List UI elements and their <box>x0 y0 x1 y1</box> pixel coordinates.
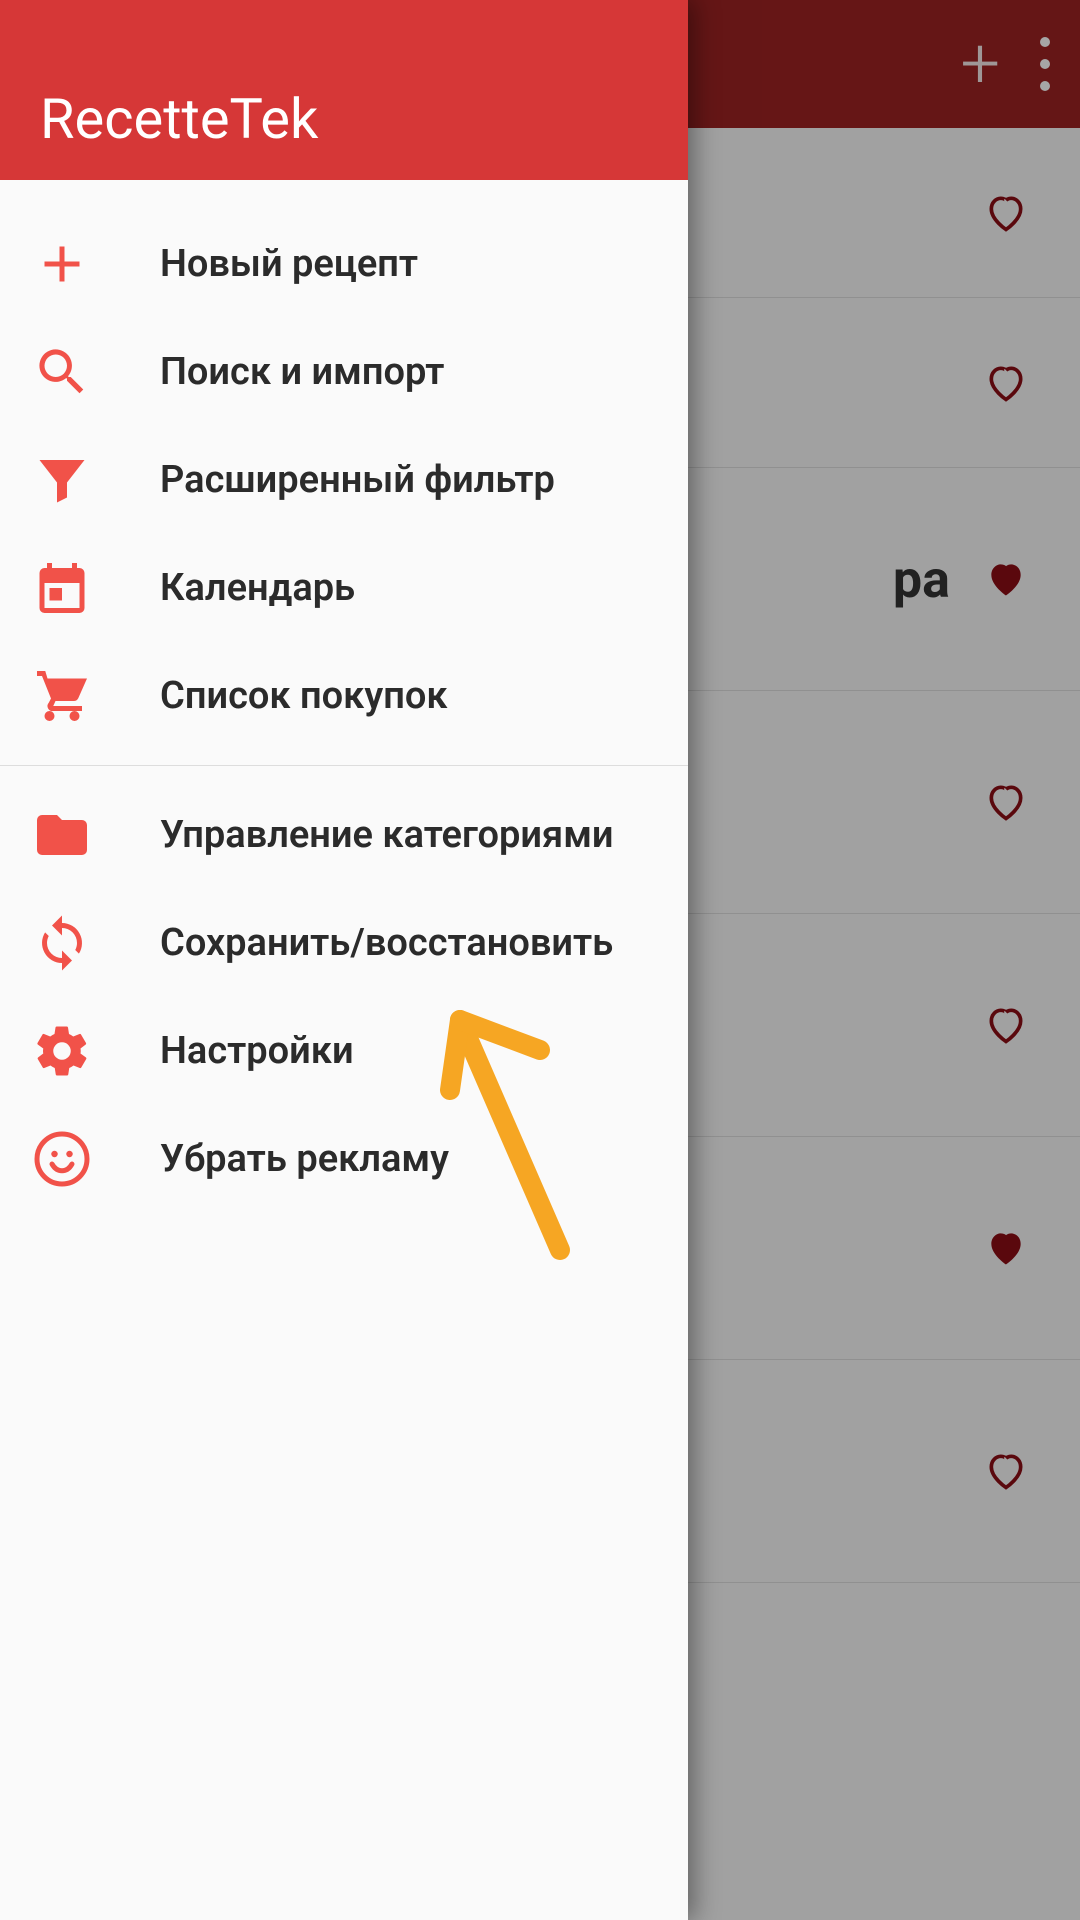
filter-icon <box>32 450 92 510</box>
app-title: RecetteTek <box>40 86 318 152</box>
menu-item-label: Новый рецепт <box>160 242 418 286</box>
menu-item-advanced-filter[interactable]: Расширенный фильтр <box>0 426 688 534</box>
menu-item-label: Убрать рекламу <box>160 1137 449 1181</box>
menu-divider <box>0 765 688 766</box>
navigation-drawer: RecetteTek Новый рецепт Поиск и импорт Р… <box>0 0 688 1920</box>
smile-icon <box>32 1129 92 1189</box>
drawer-header: RecetteTek <box>0 0 688 180</box>
menu-item-label: Расширенный фильтр <box>160 458 555 502</box>
gear-icon <box>32 1021 92 1081</box>
menu-item-label: Настройки <box>160 1029 354 1073</box>
menu-item-new-recipe[interactable]: Новый рецепт <box>0 210 688 318</box>
cart-icon <box>32 666 92 726</box>
sync-icon <box>32 913 92 973</box>
menu-item-backup-restore[interactable]: Сохранить/восстановить <box>0 889 688 997</box>
menu-item-label: Сохранить/восстановить <box>160 921 613 965</box>
calendar-icon <box>32 558 92 618</box>
search-icon <box>32 342 92 402</box>
menu-item-label: Список покупок <box>160 674 448 718</box>
menu-item-remove-ads[interactable]: Убрать рекламу <box>0 1105 688 1213</box>
menu-item-calendar[interactable]: Календарь <box>0 534 688 642</box>
menu-item-label: Календарь <box>160 566 355 610</box>
menu-item-manage-categories[interactable]: Управление категориями <box>0 781 688 889</box>
menu-item-search-import[interactable]: Поиск и импорт <box>0 318 688 426</box>
menu-item-shopping-list[interactable]: Список покупок <box>0 642 688 750</box>
menu-item-settings[interactable]: Настройки <box>0 997 688 1105</box>
menu-item-label: Управление категориями <box>160 813 614 857</box>
folder-icon <box>32 805 92 865</box>
plus-icon <box>32 234 92 294</box>
drawer-menu: Новый рецепт Поиск и импорт Расширенный … <box>0 180 688 1213</box>
menu-item-label: Поиск и импорт <box>160 350 444 394</box>
